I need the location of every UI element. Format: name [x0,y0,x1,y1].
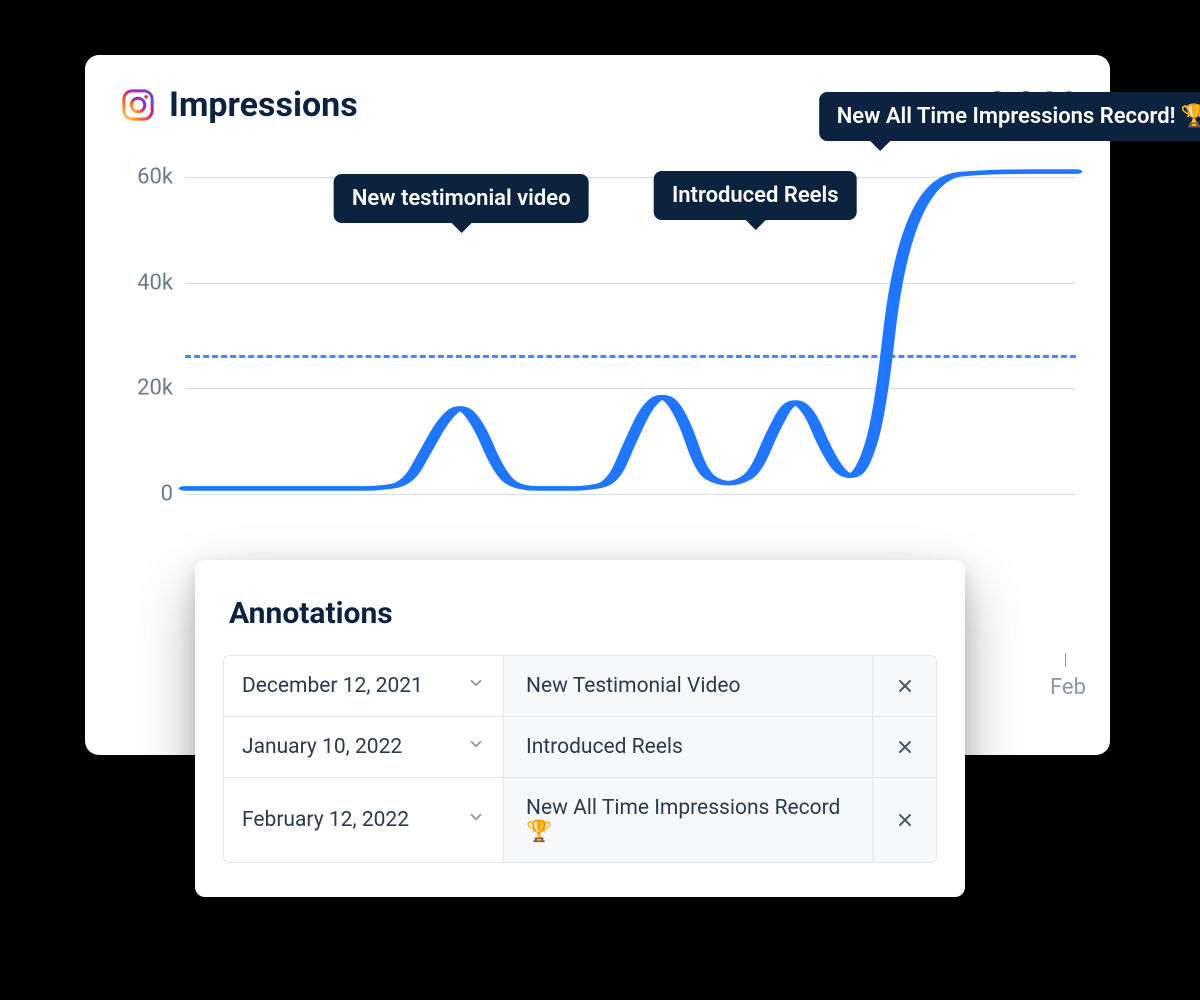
callout-label: New All Time Impressions Record! 🏆 [837,104,1200,129]
annotation-date-label: February 12, 2022 [242,808,409,832]
annotation-date-picker[interactable]: January 10, 2022 [224,717,504,777]
chart-area: 60k 40k 20k 0 New testimonial video Intr… [115,167,1080,497]
annotations-panel: Annotations December 12, 2021 New Testim… [195,560,965,897]
y-tick-60k: 60k [137,164,173,189]
close-icon [895,810,915,830]
callout-label: Introduced Reels [672,183,839,208]
callout-record: New All Time Impressions Record! 🏆 [819,92,1200,141]
chevron-down-icon [467,808,485,832]
annotation-desc-text: Introduced Reels [526,735,683,759]
annotation-desc-text: New All Time Impressions Record 🏆 [526,796,850,844]
annotation-date-label: January 10, 2022 [242,735,402,759]
annotation-desc-text: New Testimonial Video [526,674,740,698]
y-tick-0: 0 [161,481,173,506]
annotation-date-label: December 12, 2021 [242,674,423,698]
x-tick-feb: Feb [1050,675,1086,700]
annotation-delete-button[interactable] [872,778,936,862]
annotation-delete-button[interactable] [872,656,936,716]
chevron-down-icon [467,674,485,698]
annotations-table: December 12, 2021 New Testimonial Video … [223,655,937,863]
title-wrap: Impressions [121,85,358,125]
y-tick-40k: 40k [137,270,173,295]
x-tick [1065,653,1066,667]
callout-label: New testimonial video [352,186,571,211]
chevron-down-icon [467,735,485,759]
annotation-row: December 12, 2021 New Testimonial Video [224,656,936,716]
chart-title: Impressions [169,85,358,125]
annotation-row: February 12, 2022 New All Time Impressio… [224,777,936,862]
annotation-description[interactable]: New All Time Impressions Record 🏆 [504,778,872,862]
callout-testimonial: New testimonial video [334,174,589,223]
y-tick-20k: 20k [137,376,173,401]
annotation-date-picker[interactable]: February 12, 2022 [224,778,504,862]
close-icon [895,676,915,696]
line-series [185,167,1076,497]
plot-region: New testimonial video Introduced Reels N… [185,167,1076,497]
annotation-date-picker[interactable]: December 12, 2021 [224,656,504,716]
annotation-row: January 10, 2022 Introduced Reels [224,716,936,777]
annotation-description[interactable]: Introduced Reels [504,717,872,777]
annotations-title: Annotations [223,596,937,631]
annotation-delete-button[interactable] [872,717,936,777]
instagram-icon [121,88,155,122]
y-axis-labels: 60k 40k 20k 0 [115,167,183,497]
callout-reels: Introduced Reels [654,171,857,220]
close-icon [895,737,915,757]
annotation-description[interactable]: New Testimonial Video [504,656,872,716]
